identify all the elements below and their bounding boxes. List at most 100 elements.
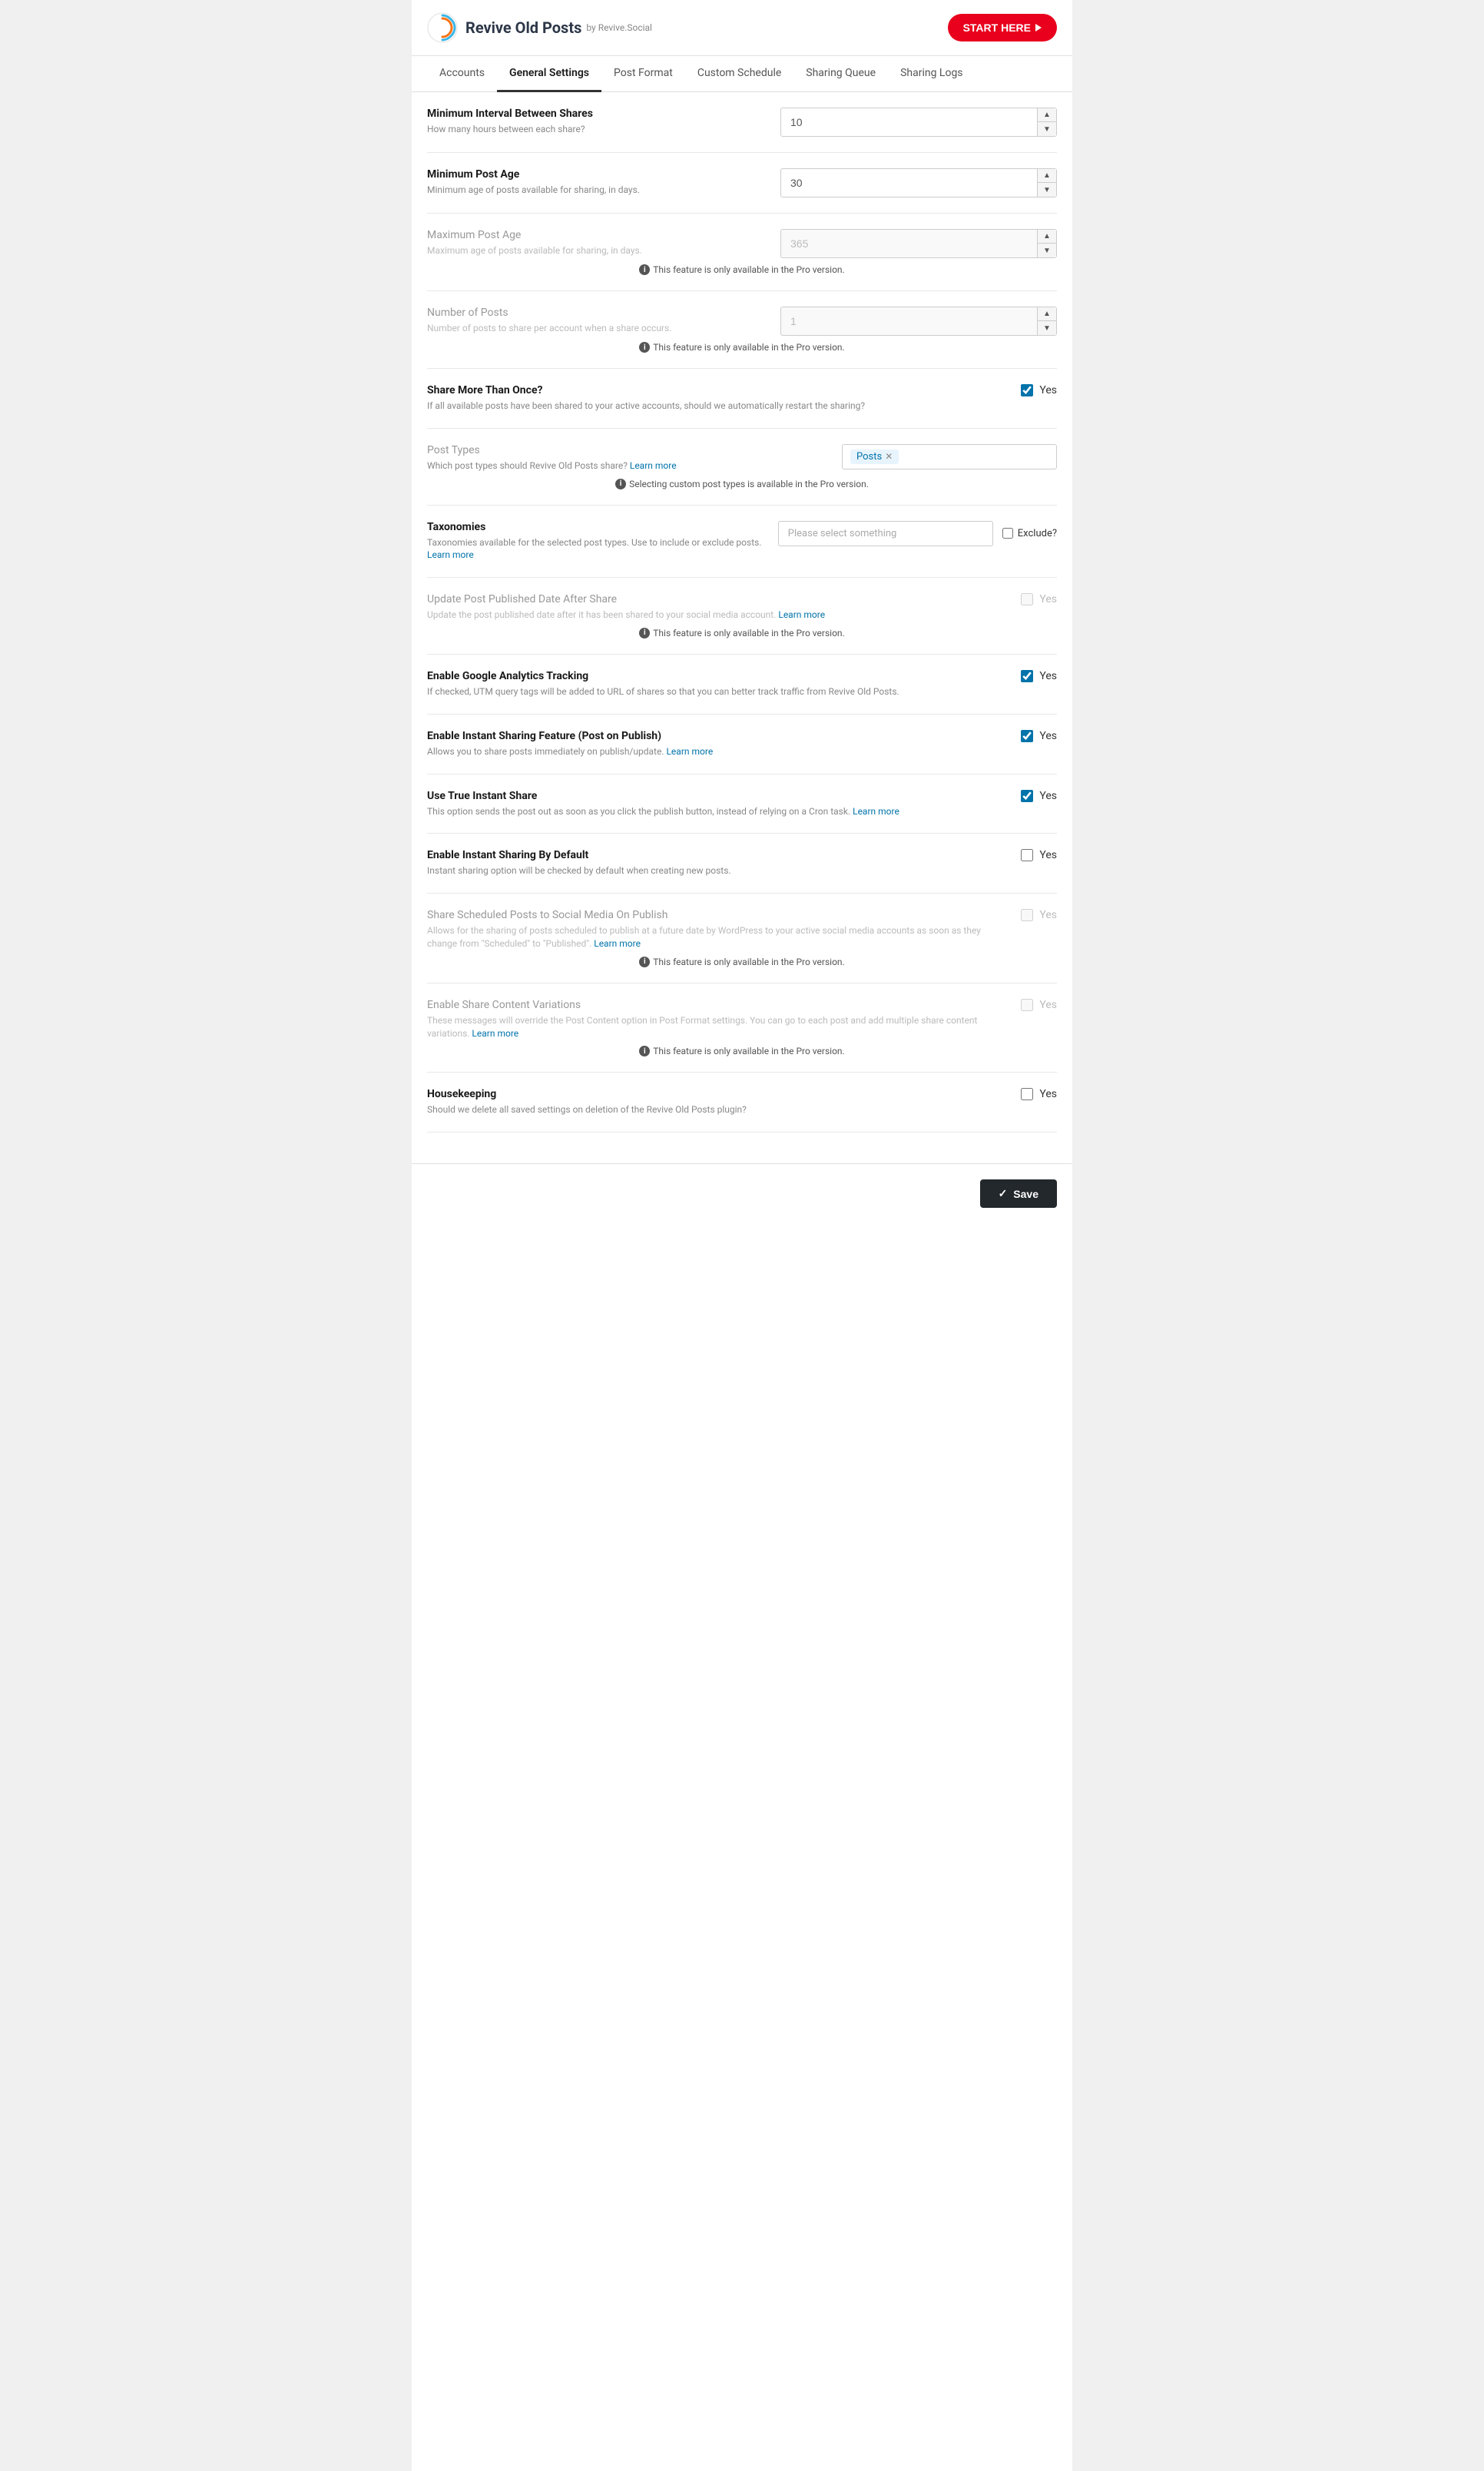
setting-google-analytics: Enable Google Analytics Tracking If chec… <box>427 655 1057 715</box>
setting-max-post-age: Maximum Post Age Maximum age of posts av… <box>427 229 1057 258</box>
setting-share-content-variations-control: Yes <box>1021 999 1057 1011</box>
google-analytics-checkbox-label[interactable]: Yes <box>1021 670 1057 682</box>
tab-accounts[interactable]: Accounts <box>427 56 497 92</box>
info-icon-2: i <box>639 342 650 353</box>
number-of-posts-up[interactable]: ▲ <box>1038 307 1056 321</box>
setting-true-instant-share-info: Use True Instant Share This option sends… <box>427 790 1005 818</box>
setting-housekeeping-control: Yes <box>1021 1088 1057 1100</box>
setting-min-post-age-info: Minimum Post Age Minimum age of posts av… <box>427 168 765 197</box>
save-button[interactable]: ✓ Save <box>980 1179 1057 1208</box>
setting-taxonomies-control: Please select something Exclude? <box>778 521 1057 546</box>
setting-min-interval: Minimum Interval Between Shares How many… <box>427 92 1057 153</box>
instant-sharing-checkbox-label[interactable]: Yes <box>1021 730 1057 742</box>
min-post-age-up[interactable]: ▲ <box>1038 169 1056 183</box>
update-post-date-pro-notice: i This feature is only available in the … <box>427 622 1057 638</box>
post-types-learn-more[interactable]: Learn more <box>630 460 677 471</box>
true-instant-share-learn-more[interactable]: Learn more <box>853 806 899 817</box>
share-scheduled-checkbox-label[interactable]: Yes <box>1021 909 1057 921</box>
max-post-age-up[interactable]: ▲ <box>1038 230 1056 244</box>
tag-remove-posts[interactable]: ✕ <box>885 451 893 462</box>
instant-sharing-learn-more[interactable]: Learn more <box>666 746 713 757</box>
setting-update-post-date-info: Update Post Published Date After Share U… <box>427 593 1005 622</box>
setting-instant-sharing-default-control: Yes <box>1021 849 1057 861</box>
setting-instant-sharing-default: Enable Instant Sharing By Default Instan… <box>427 834 1057 894</box>
header: Revive Old Posts by Revive.Social START … <box>412 0 1072 56</box>
number-of-posts-input[interactable] <box>781 307 1037 335</box>
taxonomies-select[interactable]: Please select something <box>778 521 993 546</box>
exclude-label[interactable]: Exclude? <box>1002 528 1057 539</box>
update-post-date-checkbox-label[interactable]: Yes <box>1021 593 1057 605</box>
housekeeping-checkbox-label[interactable]: Yes <box>1021 1088 1057 1100</box>
tab-sharing-logs[interactable]: Sharing Logs <box>888 56 975 92</box>
min-interval-up[interactable]: ▲ <box>1038 108 1056 122</box>
true-instant-share-checkbox[interactable] <box>1021 790 1033 802</box>
min-interval-down[interactable]: ▼ <box>1038 122 1056 136</box>
setting-min-interval-control: ▲ ▼ <box>780 108 1057 137</box>
min-post-age-input[interactable] <box>781 169 1037 197</box>
max-post-age-down[interactable]: ▼ <box>1038 244 1056 257</box>
setting-min-post-age: Minimum Post Age Minimum age of posts av… <box>427 153 1057 214</box>
google-analytics-checkbox[interactable] <box>1021 670 1033 682</box>
setting-post-types-control: Posts ✕ <box>842 444 1057 469</box>
share-scheduled-learn-more[interactable]: Learn more <box>594 938 641 949</box>
post-types-tags-input[interactable]: Posts ✕ <box>842 444 1057 469</box>
update-post-date-yes-label: Yes <box>1039 593 1057 605</box>
setting-update-post-date: Update Post Published Date After Share U… <box>427 593 1057 622</box>
setting-min-interval-info: Minimum Interval Between Shares How many… <box>427 108 765 136</box>
share-content-variations-learn-more[interactable]: Learn more <box>472 1028 518 1039</box>
share-content-variations-checkbox[interactable] <box>1021 999 1033 1011</box>
setting-share-more-label: Share More Than Once? <box>427 384 1005 396</box>
exclude-checkbox[interactable] <box>1002 528 1013 539</box>
tab-post-format[interactable]: Post Format <box>601 56 685 92</box>
min-post-age-input-wrap: ▲ ▼ <box>780 168 1057 197</box>
taxonomies-learn-more[interactable]: Learn more <box>427 549 474 560</box>
true-instant-share-checkbox-label[interactable]: Yes <box>1021 790 1057 802</box>
share-content-variations-checkbox-label[interactable]: Yes <box>1021 999 1057 1011</box>
max-post-age-input[interactable] <box>781 230 1037 257</box>
setting-google-analytics-info: Enable Google Analytics Tracking If chec… <box>427 670 1005 698</box>
number-of-posts-down[interactable]: ▼ <box>1038 321 1056 335</box>
setting-max-post-age-info: Maximum Post Age Maximum age of posts av… <box>427 229 765 257</box>
setting-number-of-posts-control: ▲ ▼ <box>780 307 1057 336</box>
share-scheduled-checkbox[interactable] <box>1021 909 1033 921</box>
save-label: Save <box>1013 1188 1038 1200</box>
update-post-date-learn-more[interactable]: Learn more <box>778 609 825 620</box>
share-scheduled-pro-notice: i This feature is only available in the … <box>427 950 1057 967</box>
setting-share-more-control: Yes <box>1021 384 1057 396</box>
settings-content: Minimum Interval Between Shares How many… <box>412 92 1072 1163</box>
setting-instant-sharing-default-desc: Instant sharing option will be checked b… <box>427 864 1005 877</box>
setting-update-post-date-control: Yes <box>1021 593 1057 605</box>
setting-housekeeping-label: Housekeeping <box>427 1088 1005 1100</box>
min-interval-input[interactable] <box>781 108 1037 136</box>
setting-min-interval-desc: How many hours between each share? <box>427 123 765 136</box>
setting-instant-sharing: Enable Instant Sharing Feature (Post on … <box>427 715 1057 774</box>
share-more-yes-label: Yes <box>1039 384 1057 396</box>
min-post-age-spin: ▲ ▼ <box>1037 169 1056 197</box>
setting-share-more-info: Share More Than Once? If all available p… <box>427 384 1005 413</box>
share-content-variations-yes-label: Yes <box>1039 999 1057 1011</box>
google-analytics-yes-label: Yes <box>1039 670 1057 682</box>
tab-sharing-queue[interactable]: Sharing Queue <box>793 56 888 92</box>
start-here-button[interactable]: START HERE <box>948 14 1057 41</box>
by-label: by Revive.Social <box>586 22 652 33</box>
min-post-age-down[interactable]: ▼ <box>1038 183 1056 197</box>
housekeeping-checkbox[interactable] <box>1021 1088 1033 1100</box>
setting-taxonomies-info: Taxonomies Taxonomies available for the … <box>427 521 763 562</box>
taxonomies-placeholder: Please select something <box>788 528 897 539</box>
setting-housekeeping: Housekeeping Should we delete all saved … <box>427 1073 1057 1133</box>
min-interval-spin: ▲ ▼ <box>1037 108 1056 136</box>
tab-custom-schedule[interactable]: Custom Schedule <box>685 56 793 92</box>
share-scheduled-pro-text: This feature is only available in the Pr… <box>653 957 844 967</box>
setting-share-content-variations-info: Enable Share Content Variations These me… <box>427 999 1005 1040</box>
post-types-pro-notice: i Selecting custom post types is availab… <box>427 473 1057 489</box>
setting-instant-sharing-desc: Allows you to share posts immediately on… <box>427 745 1005 758</box>
update-post-date-checkbox[interactable] <box>1021 593 1033 605</box>
instant-sharing-default-checkbox-label[interactable]: Yes <box>1021 849 1057 861</box>
instant-sharing-default-checkbox[interactable] <box>1021 849 1033 861</box>
setting-true-instant-share-control: Yes <box>1021 790 1057 802</box>
share-more-checkbox[interactable] <box>1021 384 1033 396</box>
share-more-checkbox-label[interactable]: Yes <box>1021 384 1057 396</box>
instant-sharing-checkbox[interactable] <box>1021 730 1033 742</box>
tab-general-settings[interactable]: General Settings <box>497 56 601 92</box>
setting-number-of-posts-info: Number of Posts Number of posts to share… <box>427 307 765 335</box>
